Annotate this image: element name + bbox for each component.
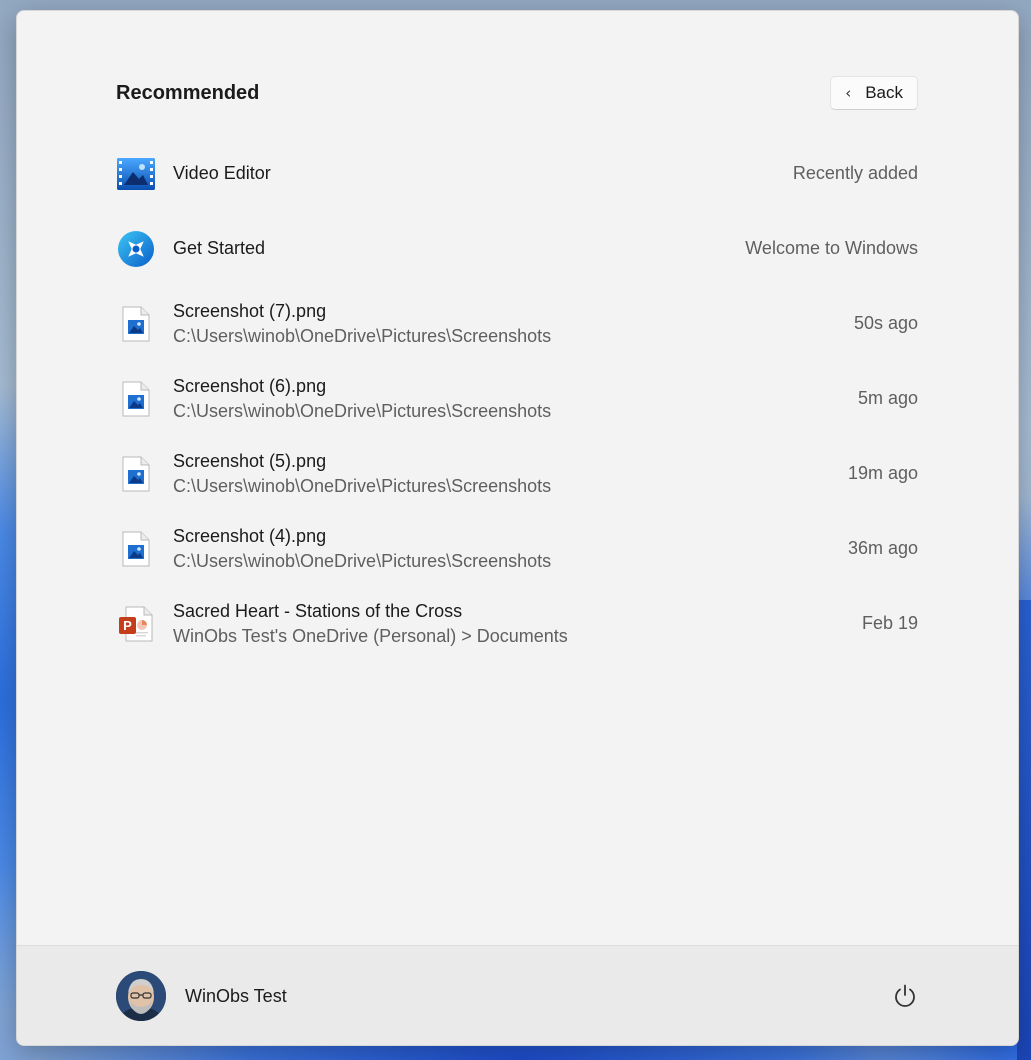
avatar bbox=[116, 971, 166, 1021]
item-meta: 36m ago bbox=[847, 538, 918, 558]
item-name: Screenshot (5).png bbox=[173, 450, 327, 471]
svg-text:P: P bbox=[123, 618, 132, 633]
item-name: Screenshot (7).png bbox=[173, 300, 327, 321]
power-button[interactable] bbox=[888, 979, 922, 1013]
item-path: C:\Users\winob\OneDrive\Pictures\Screens… bbox=[173, 325, 552, 346]
item-path: C:\Users\winob\OneDrive\Pictures\Screens… bbox=[173, 400, 552, 421]
item-name: Screenshot (4).png bbox=[173, 525, 327, 546]
item-meta: Feb 19 bbox=[861, 613, 918, 633]
image-file-icon bbox=[116, 529, 156, 569]
recommended-header: Recommended ‹ Back bbox=[116, 75, 918, 111]
back-button-label: Back bbox=[865, 83, 903, 102]
powerpoint-file-icon: P bbox=[116, 604, 156, 644]
item-name: Get Started bbox=[173, 238, 266, 258]
list-item-screenshot-5[interactable]: Screenshot (5).png C:\Users\winob\OneDri… bbox=[116, 436, 918, 511]
item-path: C:\Users\winob\OneDrive\Pictures\Screens… bbox=[173, 550, 552, 571]
list-item-video-editor[interactable]: Video Editor Recently added bbox=[116, 136, 918, 211]
user-name: WinObs Test bbox=[185, 985, 287, 1006]
recommended-list: Video Editor Recently added Get Started … bbox=[116, 136, 918, 661]
list-item-screenshot-6[interactable]: Screenshot (6).png C:\Users\winob\OneDri… bbox=[116, 361, 918, 436]
start-menu-panel: Recommended ‹ Back Video Editor Recently… bbox=[16, 10, 1019, 1046]
list-item-screenshot-4[interactable]: Screenshot (4).png C:\Users\winob\OneDri… bbox=[116, 511, 918, 586]
image-file-icon bbox=[116, 304, 156, 344]
chevron-left-icon: ‹ bbox=[845, 83, 852, 102]
start-menu-footer: WinObs Test bbox=[17, 945, 1018, 1045]
item-path: C:\Users\winob\OneDrive\Pictures\Screens… bbox=[173, 475, 552, 496]
recommended-title: Recommended bbox=[116, 81, 260, 104]
item-path: WinObs Test's OneDrive (Personal) > Docu… bbox=[173, 625, 568, 646]
item-meta: 50s ago bbox=[853, 313, 918, 333]
item-meta: Recently added bbox=[792, 163, 918, 183]
video-editor-icon bbox=[116, 154, 156, 194]
back-button[interactable]: ‹ Back bbox=[830, 76, 918, 110]
item-meta: Welcome to Windows bbox=[745, 238, 918, 258]
list-item-sacred-heart[interactable]: P Sacred Heart - Stations of the Cross W… bbox=[116, 586, 918, 661]
image-file-icon bbox=[116, 379, 156, 419]
get-started-icon bbox=[116, 229, 156, 269]
item-meta: 19m ago bbox=[847, 463, 918, 483]
item-name: Sacred Heart - Stations of the Cross bbox=[173, 600, 463, 621]
item-name: Screenshot (6).png bbox=[173, 375, 327, 396]
list-item-screenshot-7[interactable]: Screenshot (7).png C:\Users\winob\OneDri… bbox=[116, 286, 918, 361]
image-file-icon bbox=[116, 454, 156, 494]
user-account-button[interactable]: WinObs Test bbox=[116, 970, 287, 1022]
item-meta: 5m ago bbox=[857, 388, 918, 408]
wallpaper-edge bbox=[1017, 600, 1031, 1060]
item-name: Video Editor bbox=[173, 163, 271, 183]
power-icon bbox=[895, 984, 915, 1007]
list-item-get-started[interactable]: Get Started Welcome to Windows bbox=[116, 211, 918, 286]
